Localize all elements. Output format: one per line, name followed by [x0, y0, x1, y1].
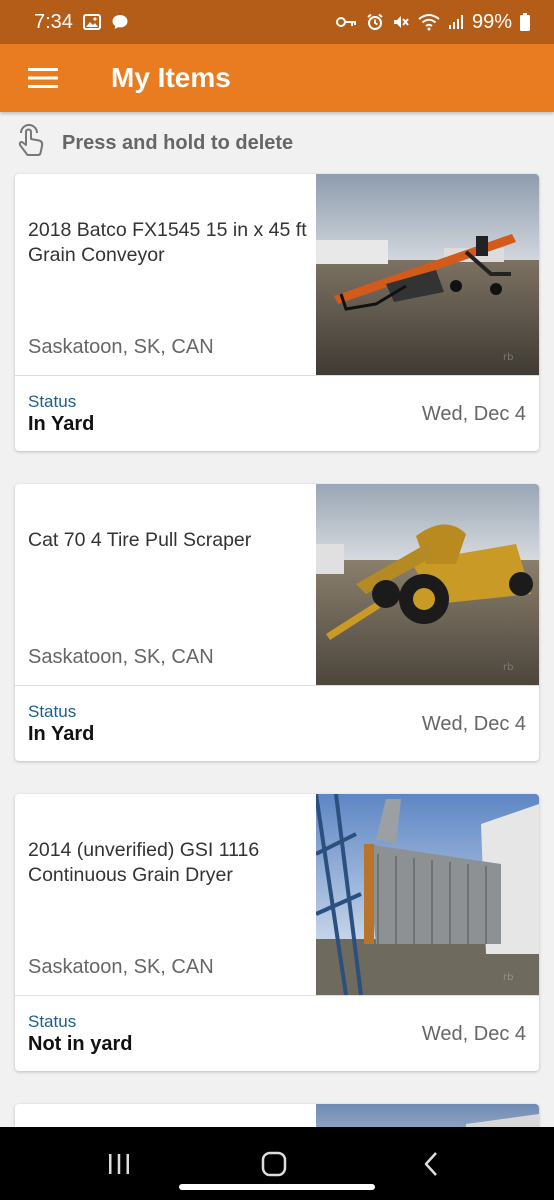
home-icon [261, 1151, 287, 1176]
svg-text:rb: rb [503, 352, 513, 363]
hamburger-menu-icon [28, 68, 58, 88]
app-bar: My Items [0, 44, 554, 112]
item-location: Saskatoon, SK, CAN [28, 336, 214, 358]
status-value: Not in yard [28, 1033, 133, 1055]
item-date: Wed, Dec 4 [421, 1023, 526, 1045]
item-photo-pull-scraper: rb [316, 484, 539, 685]
item-date: Wed, Dec 4 [421, 403, 526, 425]
status-label: Status [28, 702, 77, 721]
clock: 7:34 [34, 10, 73, 33]
item-card[interactable]: 2018 Batco FX1545 15 in x 45 ft Grain Co… [15, 174, 539, 451]
touch-hand-icon [16, 123, 46, 163]
card-divider [15, 375, 539, 376]
mute-icon [392, 13, 410, 31]
battery-percent: 99% [471, 10, 512, 33]
back-icon [424, 1151, 437, 1176]
gallery-icon [82, 14, 101, 30]
item-photo-grain-conveyor: rb [316, 174, 539, 375]
battery-icon [520, 13, 530, 31]
menu-button[interactable] [0, 44, 86, 112]
item-photo-grain-dryer: rb [316, 794, 539, 995]
status-label: Status [28, 1012, 77, 1031]
item-title: 2014 (unverified) GSI 1116 Continuous Gr… [28, 839, 260, 886]
recent-apps-button[interactable] [74, 1127, 164, 1200]
key-icon [335, 15, 358, 29]
chat-icon [111, 13, 129, 31]
svg-text:rb: rb [503, 662, 513, 673]
status-value: In Yard [28, 723, 95, 745]
back-button[interactable] [386, 1127, 476, 1200]
recent-apps-icon [109, 1153, 129, 1174]
item-card-body: Cat 70 4 Tire Pull Scraper Saskatoon, SK… [15, 484, 539, 685]
status-bar-left: 7:34 [34, 11, 129, 34]
wifi-icon [418, 13, 440, 31]
item-card[interactable]: 2014 (unverified) GSI 1116 Continuous Gr… [15, 794, 539, 1071]
item-title: Cat 70 4 Tire Pull Scraper [28, 529, 252, 551]
alarm-icon [366, 13, 384, 31]
item-card[interactable]: Cat 70 4 Tire Pull Scraper Saskatoon, SK… [15, 484, 539, 761]
item-location: Saskatoon, SK, CAN [28, 646, 214, 668]
status-label: Status [28, 392, 77, 411]
home-gesture-indicator[interactable] [179, 1184, 375, 1190]
delete-hint: Press and hold to delete [0, 116, 554, 170]
svg-text:rb: rb [503, 972, 513, 983]
status-value: In Yard [28, 413, 95, 435]
item-card-body: 2018 Batco FX1545 15 in x 45 ft Grain Co… [15, 174, 539, 375]
item-card-body: 2014 (unverified) GSI 1116 Continuous Gr… [15, 794, 539, 995]
card-divider [15, 995, 539, 996]
item-location: Saskatoon, SK, CAN [28, 956, 214, 978]
card-divider [15, 685, 539, 686]
system-status-bar: 7:34 99% [0, 0, 554, 44]
status-bar-right: 99% [335, 10, 530, 34]
hint-text: Press and hold to delete [62, 131, 294, 154]
item-date: Wed, Dec 4 [421, 713, 526, 735]
signal-icon [448, 14, 464, 30]
page-title: My Items [111, 62, 231, 93]
item-title: 2018 Batco FX1545 15 in x 45 ft Grain Co… [28, 219, 307, 266]
